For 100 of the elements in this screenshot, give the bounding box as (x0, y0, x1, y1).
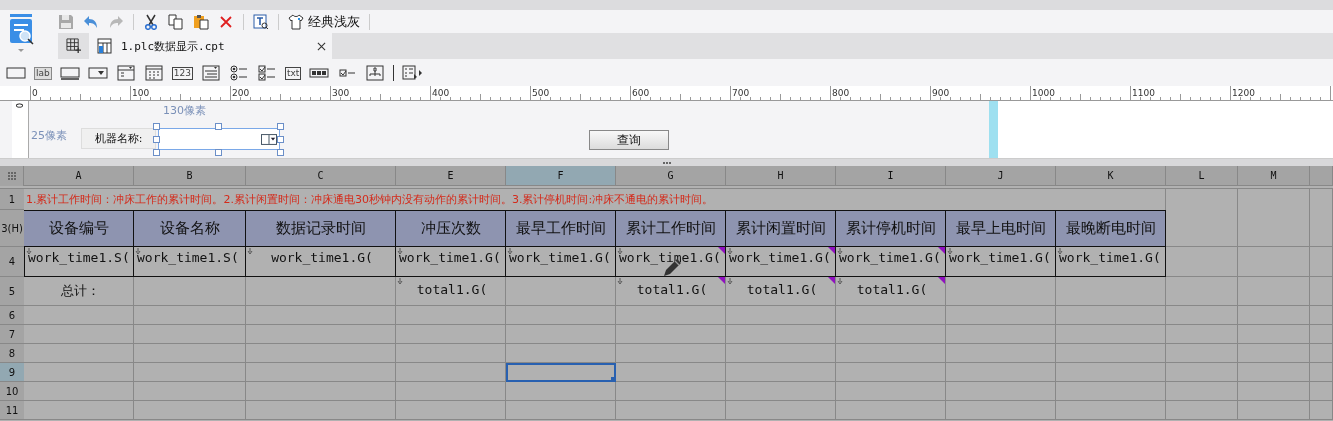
column-header[interactable]: F (506, 166, 616, 186)
expand-arrow-icon (26, 248, 32, 254)
close-icon[interactable] (317, 41, 326, 51)
text-widget-icon[interactable]: txt (284, 66, 302, 80)
empty-cell (1166, 325, 1238, 344)
header-cell: 累计停机时间 (836, 210, 946, 247)
ruler-label: 400 (432, 88, 450, 98)
add-sheet-icon[interactable] (66, 38, 81, 53)
corner-marker-icon (718, 277, 725, 284)
shirt-icon (288, 13, 304, 30)
row-header[interactable]: 9 (0, 363, 24, 382)
more-widget-icon[interactable] (402, 65, 423, 81)
ruler-label: 700 (732, 88, 750, 98)
empty-cell (1238, 382, 1310, 401)
label-widget-icon[interactable]: lab (34, 66, 52, 80)
empty-cell (1166, 277, 1238, 306)
header-cell: 最晚断电时间 (1056, 210, 1166, 247)
paste-icon[interactable] (193, 13, 209, 30)
row-header[interactable]: 1 (0, 189, 24, 210)
column-header[interactable]: J (946, 166, 1056, 186)
number-widget-icon[interactable]: 123 (171, 66, 193, 80)
ruler-label: 0 (32, 88, 38, 98)
calendar-widget-icon[interactable] (143, 65, 164, 81)
table-cell: total1.G( (836, 277, 946, 306)
resize-handle[interactable] (215, 123, 222, 130)
table-cell: work_time1.S( (134, 247, 246, 277)
column-header[interactable]: L (1166, 166, 1238, 186)
column-header[interactable]: B (134, 166, 246, 186)
column-header[interactable]: A (24, 166, 134, 186)
delete-icon[interactable] (218, 13, 234, 30)
column-header[interactable]: C (246, 166, 396, 186)
table-cell: work_time1.G( (726, 247, 836, 277)
dropdown-widget-icon[interactable] (87, 65, 108, 81)
column-header[interactable]: K (1056, 166, 1166, 186)
empty-cell (1238, 344, 1310, 363)
empty-cell (1238, 247, 1310, 277)
ruler-label: 1200 (1232, 88, 1255, 98)
width-hint: 130像素 (163, 103, 206, 118)
expand-arrow-icon (837, 248, 843, 254)
corner-marker-icon (828, 277, 835, 284)
row-header[interactable]: 11 (0, 401, 24, 420)
empty-cell (1310, 325, 1333, 344)
table-cell: work_time1.G( (506, 247, 616, 277)
expand-arrow-icon (617, 278, 623, 284)
ruler-label: 1000 (1032, 88, 1055, 98)
dropdown-icon[interactable] (261, 133, 277, 145)
column-header[interactable]: G (616, 166, 726, 186)
tree-widget-icon[interactable] (365, 65, 386, 81)
grip-icon[interactable] (662, 161, 671, 164)
row-header[interactable]: 4 (0, 247, 24, 277)
checkbox-widget-icon[interactable] (256, 65, 277, 81)
password-widget-icon[interactable] (309, 65, 330, 81)
empty-cell (1238, 363, 1310, 382)
table-cell: total1.G( (726, 277, 836, 306)
row-header[interactable]: 5 (0, 277, 24, 306)
query-button[interactable]: 查询 (589, 130, 669, 150)
table-cell: work_time1.G( (946, 247, 1056, 277)
find-text-icon[interactable] (253, 13, 269, 30)
height-hint: 25像素 (31, 128, 67, 143)
textfield-widget-icon[interactable] (59, 65, 80, 81)
expand-arrow-icon (1057, 248, 1063, 254)
theme-button[interactable]: 经典浅灰 (288, 12, 360, 31)
row-header[interactable]: 7 (0, 325, 24, 344)
column-header[interactable]: I (836, 166, 946, 186)
radio-widget-icon[interactable] (228, 65, 249, 81)
column-header[interactable]: H (726, 166, 836, 186)
expand-arrow-icon (727, 278, 733, 284)
row-header[interactable]: 6 (0, 306, 24, 325)
ruler-label: 1100 (1132, 88, 1155, 98)
textarea-widget-icon[interactable] (200, 65, 221, 81)
cut-icon[interactable] (143, 13, 159, 30)
machine-name-combobox[interactable] (158, 128, 280, 150)
ruler-label: 300 (332, 88, 350, 98)
empty-cell (1166, 363, 1238, 382)
report-search-icon[interactable] (8, 13, 36, 55)
header-cell: 设备编号 (24, 210, 134, 247)
copy-icon[interactable] (168, 13, 184, 30)
column-header (1310, 166, 1333, 186)
header-cell: 累计工作时间 (616, 210, 726, 247)
header-cell: 累计闲置时间 (726, 210, 836, 247)
empty-cell (1238, 277, 1310, 306)
resize-handle[interactable] (215, 149, 222, 156)
row-header[interactable]: 8 (0, 344, 24, 363)
empty-cell (1310, 247, 1333, 277)
empty-cell (1310, 277, 1333, 306)
column-header[interactable]: M (1238, 166, 1310, 186)
combo-widget-icon[interactable] (115, 65, 136, 81)
frame-widget-icon[interactable] (6, 65, 26, 81)
table-cell: work_time1.G( (1056, 247, 1166, 277)
empty-cell (1166, 247, 1238, 277)
file-tab[interactable]: 1.plc数据显示.cpt (89, 33, 332, 59)
empty-cell (1166, 306, 1238, 325)
row-header[interactable]: 10 (0, 382, 24, 401)
table-cell: work_time1.G( (396, 247, 506, 277)
header-cell: 最早上电时间 (946, 210, 1056, 247)
empty-cell (1166, 401, 1238, 420)
table-cell: work_time1.S( (24, 247, 134, 277)
corner-marker-icon (938, 277, 945, 284)
ruler-label: 500 (532, 88, 550, 98)
row-header[interactable]: 3(H) (0, 210, 24, 247)
